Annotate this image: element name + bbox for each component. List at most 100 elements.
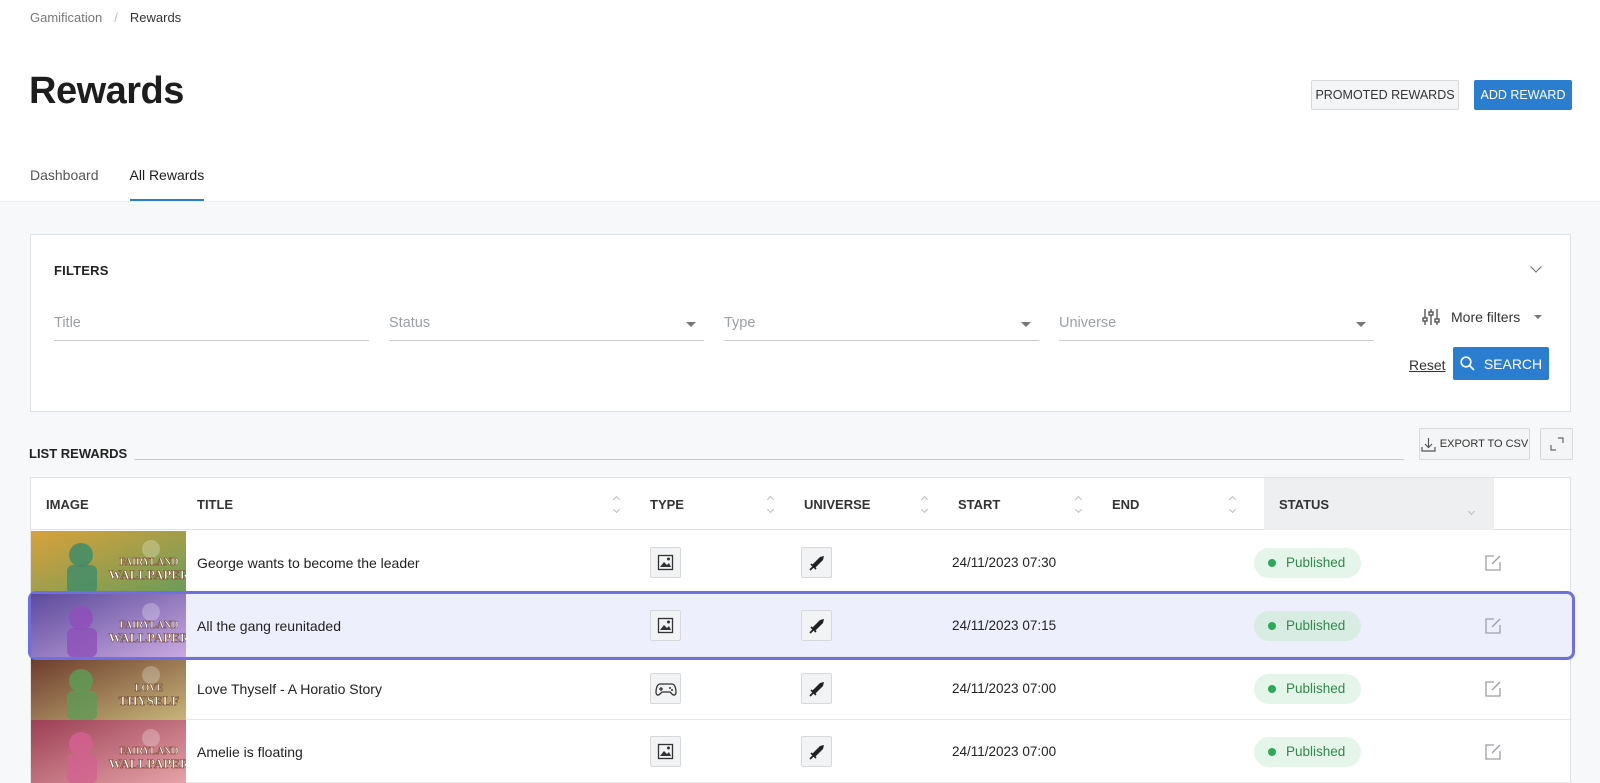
edit-icon — [1485, 743, 1501, 760]
breadcrumb-separator: / — [114, 10, 118, 25]
add-reward-button[interactable]: ADD REWARD — [1474, 80, 1572, 110]
breadcrumb: Gamification / Rewards — [30, 10, 181, 25]
page-header: Gamification / Rewards Rewards PROMOTED … — [0, 0, 1600, 202]
sort-icon[interactable] — [612, 492, 621, 517]
column-label: TYPE — [650, 496, 684, 512]
reward-start-date: 24/11/2023 07:30 — [952, 555, 1057, 570]
expand-button[interactable] — [1540, 428, 1573, 460]
column-label: UNIVERSE — [804, 496, 871, 512]
status-dot-icon — [1268, 558, 1276, 567]
status-label: Published — [1286, 744, 1346, 759]
reward-universe-cell — [801, 594, 832, 657]
breadcrumb-parent[interactable]: Gamification — [30, 10, 102, 25]
search-button[interactable]: SEARCH — [1453, 347, 1549, 380]
dropdown-arrow-icon — [686, 322, 696, 327]
reward-universe-cell — [801, 531, 832, 594]
reward-thumbnail[interactable]: FAIRYLAND WALLPAPER — [31, 720, 186, 783]
sliders-icon — [1422, 309, 1440, 325]
universe-filter-select[interactable]: Universe — [1059, 315, 1374, 341]
column-label: START — [958, 496, 1001, 512]
type-filter-placeholder: Type — [724, 315, 756, 331]
column-label: TITLE — [197, 496, 234, 512]
filters-title: FILTERS — [54, 263, 109, 278]
status-badge: Published — [1254, 720, 1362, 783]
promoted-rewards-button[interactable]: PROMOTED REWARDS — [1311, 80, 1459, 110]
reward-title[interactable]: Love Thyself - A Horatio Story — [197, 657, 637, 720]
reward-title[interactable]: Amelie is floating — [197, 720, 637, 783]
sort-icon[interactable] — [766, 492, 775, 517]
table-header: IMAGE TITLE TYPE UNIVERSE START END STAT… — [31, 478, 1572, 530]
column-label: IMAGE — [46, 496, 89, 512]
sort-icon[interactable] — [1228, 492, 1237, 517]
svg-text:WALLPAPER: WALLPAPER — [109, 567, 186, 582]
title-filter-placeholder: Title — [54, 315, 81, 331]
column-header-title[interactable]: TITLE — [186, 478, 639, 530]
rewards-table: IMAGE TITLE TYPE UNIVERSE START END STAT… — [30, 477, 1572, 783]
reward-thumbnail[interactable]: LOVE THYSELF — [31, 657, 186, 720]
edit-button[interactable] — [1484, 594, 1502, 657]
export-csv-label: EXPORT TO CSV — [1439, 438, 1529, 450]
column-header-end[interactable]: END — [1101, 478, 1255, 530]
column-header-type[interactable]: TYPE — [639, 478, 793, 530]
reward-thumbnail[interactable]: FAIRYLAND WALLPAPER — [31, 594, 186, 657]
tab-dashboard[interactable]: Dashboard — [30, 167, 99, 201]
status-badge: Published — [1254, 531, 1362, 594]
sort-icon[interactable] — [1074, 492, 1083, 517]
column-header-status[interactable]: STATUS — [1264, 478, 1494, 530]
svg-text:THYSELF: THYSELF — [119, 693, 180, 708]
page-title: Rewards — [29, 70, 184, 112]
more-filters-button[interactable]: More filters — [1421, 307, 1543, 327]
table-row[interactable]: LOVE THYSELF Love Thyself - A Horatio St… — [31, 657, 1572, 720]
gamepad-icon — [650, 673, 681, 704]
svg-text:WALLPAPER: WALLPAPER — [109, 630, 186, 645]
reset-link[interactable]: Reset — [1409, 357, 1446, 373]
status-badge: Published — [1254, 657, 1362, 720]
status-filter-select[interactable]: Status — [389, 315, 704, 341]
filters-panel: FILTERS Title Status Type Universe More … — [30, 234, 1571, 412]
download-icon — [1421, 437, 1436, 452]
reward-type-cell — [650, 657, 681, 720]
edit-button[interactable] — [1484, 531, 1502, 594]
column-header-image: IMAGE — [46, 478, 186, 530]
status-badge: Published — [1254, 594, 1362, 657]
edit-icon — [1485, 554, 1501, 571]
tab-all-rewards[interactable]: All Rewards — [129, 167, 205, 201]
table-row[interactable]: FAIRYLAND WALLPAPER Amelie is floating 2… — [31, 720, 1572, 783]
search-icon — [1460, 356, 1475, 371]
edit-icon — [1485, 680, 1501, 697]
reward-type-cell — [650, 531, 681, 594]
sword-icon — [801, 673, 832, 704]
reward-type-cell — [650, 594, 681, 657]
column-label: STATUS — [1279, 496, 1330, 512]
table-row[interactable]: FAIRYLAND WALLPAPER All the gang reunita… — [31, 594, 1572, 657]
dropdown-arrow-icon — [1356, 322, 1366, 327]
sword-icon — [801, 736, 832, 767]
universe-filter-placeholder: Universe — [1059, 315, 1117, 331]
type-filter-select[interactable]: Type — [724, 315, 1039, 341]
table-row[interactable]: FAIRYLAND WALLPAPER George wants to beco… — [31, 531, 1572, 594]
column-label: END — [1112, 496, 1140, 512]
sort-icon[interactable] — [1467, 492, 1476, 519]
reward-universe-cell — [801, 720, 832, 783]
chevron-down-icon[interactable] — [1530, 261, 1542, 273]
reward-start-date: 24/11/2023 07:00 — [952, 681, 1057, 696]
reward-thumbnail[interactable]: FAIRYLAND WALLPAPER — [31, 531, 186, 594]
reward-title[interactable]: George wants to become the leader — [197, 531, 637, 594]
status-dot-icon — [1268, 747, 1276, 756]
status-dot-icon — [1268, 621, 1276, 630]
column-header-universe[interactable]: UNIVERSE — [793, 478, 947, 530]
sort-icon[interactable] — [920, 492, 929, 517]
dropdown-arrow-icon — [1021, 322, 1031, 327]
column-header-start[interactable]: START — [947, 478, 1101, 530]
title-filter-input[interactable]: Title — [54, 315, 369, 341]
reward-title[interactable]: All the gang reunitaded — [197, 594, 637, 657]
export-csv-button[interactable]: EXPORT TO CSV — [1419, 428, 1530, 460]
expand-icon — [1549, 437, 1564, 451]
sword-icon — [801, 610, 832, 641]
wallpaper-icon — [650, 736, 681, 767]
wallpaper-icon — [650, 610, 681, 641]
tabs: Dashboard All Rewards — [30, 167, 205, 201]
edit-button[interactable] — [1484, 657, 1502, 720]
edit-button[interactable] — [1484, 720, 1502, 783]
reward-universe-cell — [801, 657, 832, 720]
